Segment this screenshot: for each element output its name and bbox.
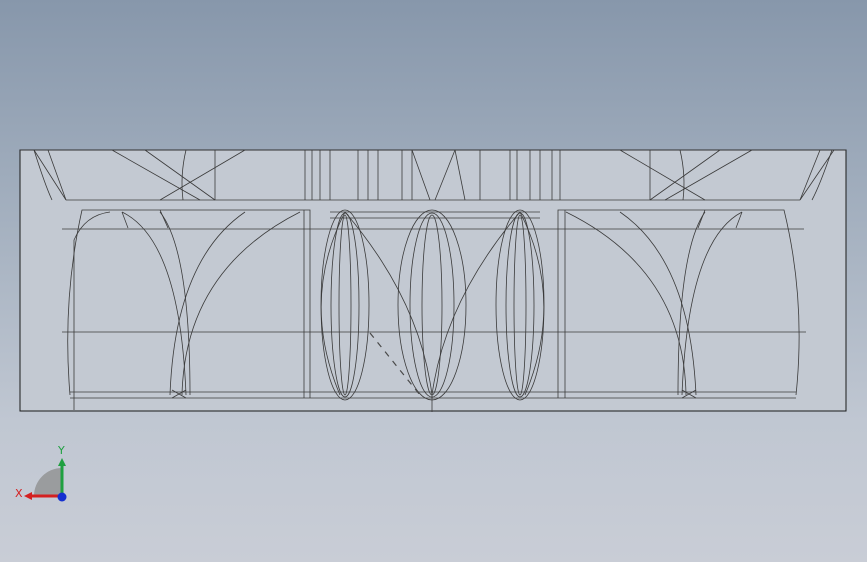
orientation-triad[interactable]: X Y xyxy=(12,438,78,510)
x-axis-arrowhead-icon xyxy=(24,492,32,500)
graphics-viewport[interactable]: X Y xyxy=(0,0,867,562)
y-axis-arrowhead-icon xyxy=(58,458,66,466)
wireframe-model-front-view[interactable] xyxy=(0,0,867,562)
x-axis-label: X xyxy=(15,487,23,500)
model-body-face xyxy=(19,149,847,412)
xy-plane-quadrant-icon xyxy=(34,468,62,496)
y-axis-label: Y xyxy=(57,444,65,457)
z-axis-dot-icon xyxy=(57,492,67,502)
